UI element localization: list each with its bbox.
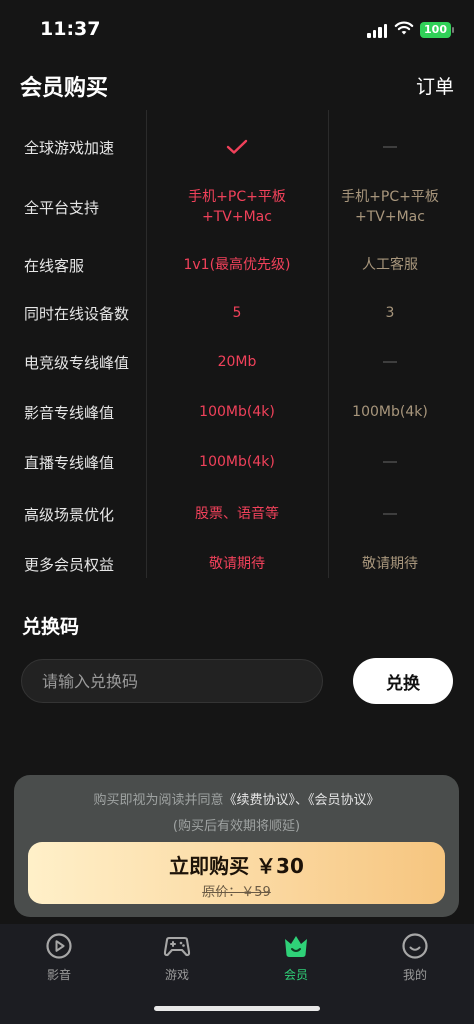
crown-icon [285, 936, 307, 957]
redeem-title: 兑换码 [22, 616, 80, 638]
original-price: 原价：￥59 [202, 885, 271, 900]
benefit-label: 更多会员权益 [24, 555, 115, 574]
premium-value: 20Mb [217, 354, 257, 370]
redeem-code-input[interactable] [21, 659, 323, 703]
purchase-panel: 购买即视为阅读并同意《续费协议》、《会员协议》 (购买后有效期将顺延) 立即购买… [14, 775, 459, 917]
benefit-label: 电竞级专线峰值 [24, 353, 130, 372]
premium-value: 敬请期待 [209, 556, 265, 572]
comparison-row: 影音专线峰值 100Mb(4k) 100Mb(4k) [0, 392, 474, 432]
smile-icon [402, 933, 428, 959]
validity-note: (购买后有效期将顺延) [172, 819, 301, 834]
wifi-icon [394, 21, 414, 35]
cellular-signal-icon [367, 24, 387, 38]
premium-value: 100Mb(4k) [199, 404, 275, 420]
premium-value: 100Mb(4k) [199, 454, 275, 470]
battery-icon: 100 [420, 22, 451, 38]
tab-membership-label: 会员 [283, 968, 308, 982]
comparison-row: 同时在线设备数 5 3 [0, 293, 474, 333]
tab-games[interactable]: 游戏 [118, 930, 236, 990]
comparison-row: 更多会员权益 敬请期待 敬请期待 [0, 544, 474, 584]
premium-value: 5 [232, 305, 242, 321]
comparison-row: 全球游戏加速 [0, 127, 474, 167]
comparison-row: 全平台支持 手机+PC+平板 +TV+Mac 手机+PC+平板 +TV+Mac [0, 179, 474, 235]
redeem-button[interactable]: 兑换 [353, 658, 453, 704]
benefit-comparison-table: 全球游戏加速 全平台支持 手机+PC+平板 +TV+Mac 手机+PC+平板 +TV+… [0, 110, 474, 578]
agreement-text: 购买即视为阅读并同意《续费协议》、《会员协议》 [93, 793, 380, 808]
benefit-label: 直播专线峰值 [24, 453, 115, 472]
premium-value: 股票、语音等 [195, 506, 279, 522]
comparison-row: 直播专线峰值 100Mb(4k) [0, 442, 474, 482]
benefit-label: 全球游戏加速 [24, 138, 115, 157]
benefit-label: 同时在线设备数 [24, 304, 130, 323]
benefit-label: 在线客服 [24, 256, 85, 275]
orders-link[interactable]: 订单 [416, 72, 454, 99]
tab-media[interactable]: 影音 [0, 930, 118, 990]
benefit-label: 高级场景优化 [24, 505, 115, 524]
premium-value: 1v1(最高优先级) [183, 257, 291, 273]
benefit-label: 影音专线峰值 [24, 403, 115, 422]
standard-value: 敬请期待 [362, 556, 418, 572]
check-icon [147, 127, 327, 167]
comparison-row: 电竞级专线峰值 20Mb [0, 342, 474, 382]
page-title: 会员购买 [20, 76, 109, 101]
not-included-dash [329, 442, 451, 482]
not-included-dash [329, 127, 451, 167]
gamepad-icon [163, 936, 191, 957]
comparison-row: 在线客服 1v1(最高优先级) 人工客服 [0, 245, 474, 285]
status-time: 11:37 [40, 18, 101, 40]
play-circle-icon [46, 933, 72, 959]
buy-now-label: 立即购买 ￥30 [169, 854, 304, 878]
tab-profile-label: 我的 [402, 968, 427, 982]
benefit-label: 全平台支持 [24, 198, 100, 217]
premium-value: 手机+PC+平板 +TV+Mac [188, 189, 286, 225]
tab-media-label: 影音 [46, 968, 71, 982]
not-included-dash [329, 494, 451, 534]
member-agreement-link[interactable]: 《会员协议》 [308, 793, 380, 808]
comparison-row: 高级场景优化 股票、语音等 [0, 494, 474, 534]
standard-value: 3 [385, 305, 395, 321]
standard-value: 人工客服 [362, 257, 418, 273]
standard-value: 手机+PC+平板 +TV+Mac [341, 189, 439, 225]
home-indicator [154, 1006, 320, 1011]
tab-membership[interactable]: 会员 [237, 930, 355, 990]
renewal-agreement-link[interactable]: 《续费协议》 [223, 793, 295, 808]
buy-now-button[interactable]: 立即购买 ￥30 原价：￥59 [28, 842, 445, 904]
tab-games-label: 游戏 [164, 968, 189, 982]
tab-profile[interactable]: 我的 [356, 930, 474, 990]
not-included-dash [329, 342, 451, 382]
status-bar: 11:37 100 [0, 0, 474, 60]
standard-value: 100Mb(4k) [352, 404, 428, 420]
